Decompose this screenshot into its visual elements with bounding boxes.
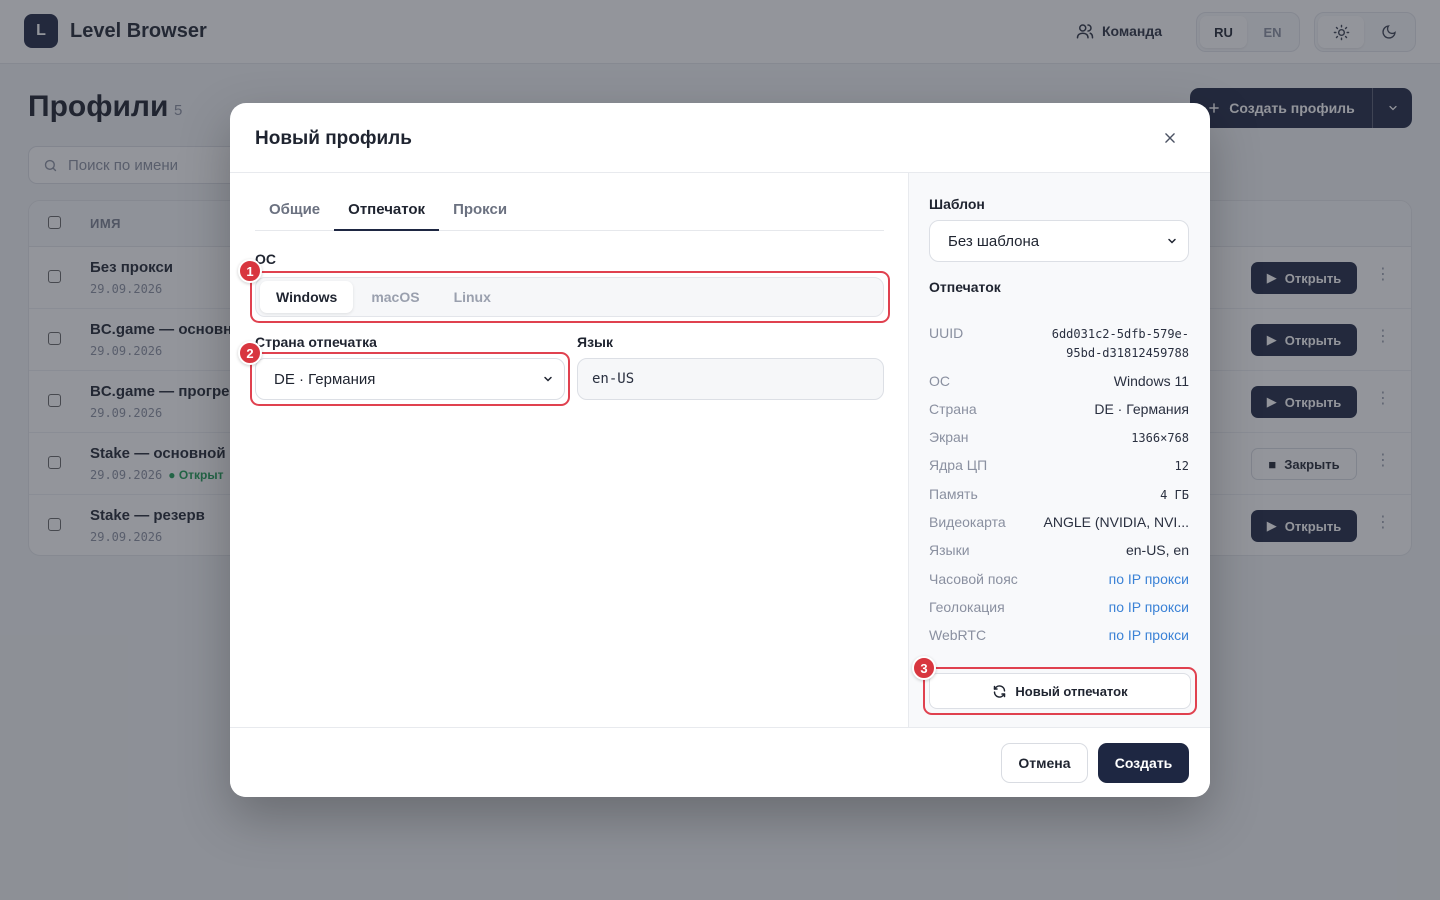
template-value: Без шаблона — [948, 232, 1040, 250]
country-select[interactable]: DE · Германия — [255, 358, 565, 400]
template-label: Шаблон — [929, 196, 985, 212]
annotation-badge-2: 2 — [238, 341, 262, 365]
fp-key: WebRTC — [929, 627, 987, 643]
tab-proxy[interactable]: Прокси — [439, 195, 521, 231]
fp-key: UUID — [929, 325, 964, 341]
fp-link-value[interactable]: по IP прокси — [1109, 571, 1189, 587]
annotation-badge-1: 1 — [238, 259, 262, 283]
modal-tabs: Общие Отпечаток Прокси — [255, 195, 884, 231]
cancel-button[interactable]: Отмена — [1001, 743, 1088, 783]
fp-row-timezone: Часовой пояс по IP прокси — [929, 571, 1189, 587]
fp-value: ANGLE (NVIDIA, NVI... — [1043, 514, 1189, 530]
fingerprint-label: Отпечаток — [929, 279, 1001, 295]
fp-value: 12 — [1174, 459, 1189, 473]
fp-row-memory: Память 4 ГБ — [929, 486, 1189, 505]
os-selector: Windows macOS Linux — [255, 277, 884, 317]
modal-header: Новый профиль — [230, 103, 1210, 173]
new-profile-modal: Новый профиль Общие Отпечаток Прокси ОС … — [230, 103, 1210, 797]
fp-value: 1366×768 — [1131, 431, 1189, 445]
fp-row-gpu: Видеокарта ANGLE (NVIDIA, NVI... — [929, 514, 1189, 530]
annotation-badge-3: 3 — [912, 656, 936, 680]
fp-uuid-value: 6dd031c2-5dfb-579e- 95bd-d31812459788 — [1051, 327, 1189, 360]
fp-row-cores: Ядра ЦП 12 — [929, 457, 1189, 476]
fp-row-screen: Экран 1366×768 — [929, 429, 1189, 448]
tab-fingerprint[interactable]: Отпечаток — [334, 195, 440, 231]
template-select[interactable]: Без шаблона — [929, 220, 1189, 262]
fp-key: Геолокация — [929, 599, 1005, 615]
fp-key: Языки — [929, 542, 970, 558]
fingerprint-panel: Шаблон Без шаблона Отпечаток UUID 6dd031… — [908, 173, 1210, 727]
fp-row-os: ОС Windows 11 — [929, 373, 1189, 389]
fp-key: ОС — [929, 373, 950, 389]
language-value: en-US — [592, 371, 635, 387]
create-button[interactable]: Создать — [1098, 743, 1189, 783]
fp-key: Видеокарта — [929, 514, 1006, 530]
fp-row-webrtc: WebRTC по IP прокси — [929, 627, 1189, 643]
fp-link-value[interactable]: по IP прокси — [1109, 627, 1189, 643]
fp-row-languages: Языки en-US, en — [929, 542, 1189, 558]
modal-form: Общие Отпечаток Прокси ОС Windows macOS … — [230, 173, 908, 727]
language-label: Язык — [577, 334, 613, 350]
fp-key: Страна — [929, 401, 977, 417]
os-option-linux[interactable]: Linux — [438, 281, 507, 313]
country-label: Страна отпечатка — [255, 334, 377, 350]
fp-row-country: Страна DE · Германия — [929, 401, 1189, 417]
tab-general[interactable]: Общие — [255, 195, 334, 231]
fp-value: DE · Германия — [1094, 401, 1189, 417]
chevron-down-icon — [544, 376, 552, 382]
fp-row-uuid: UUID 6dd031c2-5dfb-579e- 95bd-d3181245978… — [929, 325, 1189, 363]
close-icon[interactable] — [1160, 128, 1180, 148]
fp-key: Экран — [929, 429, 969, 445]
chevron-down-icon — [1168, 238, 1176, 244]
fp-key: Ядра ЦП — [929, 457, 988, 473]
fp-key: Память — [929, 486, 978, 502]
os-option-windows[interactable]: Windows — [260, 281, 354, 313]
language-input[interactable]: en-US — [577, 358, 884, 400]
os-option-macos[interactable]: macOS — [355, 281, 435, 313]
modal-footer: Отмена Создать — [230, 727, 1210, 797]
new-fingerprint-label: Новый отпечаток — [1015, 683, 1128, 699]
country-value: DE · Германия — [274, 370, 376, 388]
fp-value: Windows 11 — [1113, 373, 1189, 389]
new-fingerprint-button[interactable]: Новый отпечаток — [929, 673, 1191, 709]
fp-value: 4 ГБ — [1160, 488, 1189, 502]
fp-row-geolocation: Геолокация по IP прокси — [929, 599, 1189, 615]
fp-link-value[interactable]: по IP прокси — [1109, 599, 1189, 615]
fp-value: en-US, en — [1125, 542, 1189, 558]
fp-key: Часовой пояс — [929, 571, 1018, 587]
modal-title: Новый профиль — [255, 128, 412, 149]
refresh-icon — [994, 684, 1006, 698]
